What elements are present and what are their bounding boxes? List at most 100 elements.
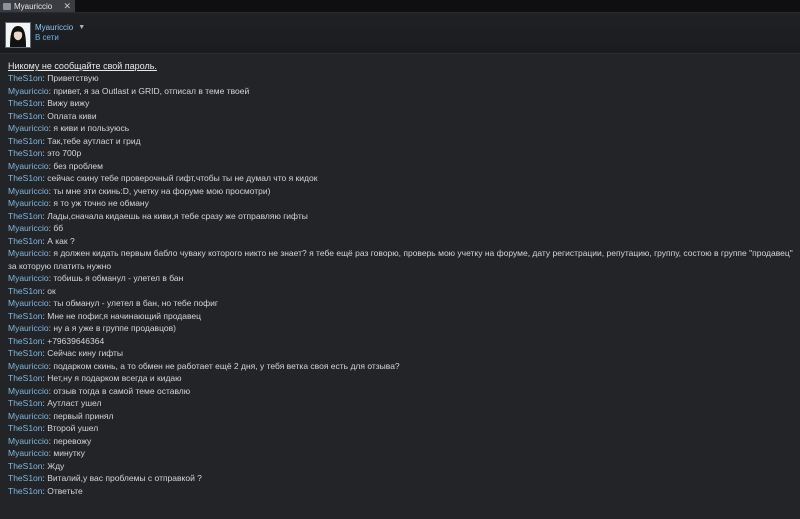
message-text: Аутласт ушел bbox=[47, 398, 102, 408]
chevron-down-icon[interactable]: ▼ bbox=[78, 24, 85, 31]
message-text: Жду bbox=[47, 460, 65, 471]
tab-chat[interactable]: Myauriccio ✕ bbox=[0, 0, 75, 12]
message-text: Ответьте bbox=[47, 485, 83, 496]
message-sender[interactable]: Myauriccio bbox=[8, 198, 49, 208]
chat-message: Myauriccio: первый принял bbox=[8, 410, 798, 423]
chat-message: Myauriccio: бб bbox=[8, 222, 798, 235]
message-sender[interactable]: Myauriccio bbox=[8, 186, 49, 196]
chat-message: TheS1on: Оплата киви bbox=[8, 110, 798, 123]
message-text: ок bbox=[47, 285, 56, 296]
message-sender[interactable]: Myauriccio bbox=[8, 273, 49, 283]
steam-chat-icon bbox=[3, 2, 11, 10]
message-text: Вижу вижу bbox=[47, 98, 90, 108]
chat-message: Myauriccio: ну а я уже в группе продавцо… bbox=[8, 322, 798, 335]
chat-message: TheS1on: Приветствую bbox=[8, 72, 798, 85]
message-sender[interactable]: Myauriccio bbox=[8, 298, 49, 308]
chat-message: TheS1on: сейчас скину тебе проверочный г… bbox=[8, 172, 798, 185]
message-sender[interactable]: TheS1on bbox=[8, 286, 43, 296]
message-text: отзыв тогда в самой теме оставлю bbox=[53, 385, 191, 396]
message-sender[interactable]: TheS1on bbox=[8, 423, 43, 433]
message-sender[interactable]: Myauriccio bbox=[8, 436, 49, 446]
message-sender[interactable]: TheS1on bbox=[8, 111, 43, 121]
chat-message: Myauriccio: я киви и пользуюсь bbox=[8, 122, 798, 135]
chat-message: Myauriccio: я то уж точно не обману bbox=[8, 197, 798, 210]
close-icon[interactable]: ✕ bbox=[63, 1, 71, 11]
chat-message: Myauriccio: ты мне эти скинь:D, учетку н… bbox=[8, 185, 798, 198]
message-sender[interactable]: Myauriccio bbox=[8, 161, 49, 171]
chat-log[interactable]: Никому не сообщайте свой пароль. TheS1on… bbox=[0, 53, 800, 519]
chat-message: TheS1on: Второй ушел bbox=[8, 422, 798, 435]
message-sender[interactable]: TheS1on bbox=[8, 486, 43, 496]
message-sender[interactable]: TheS1on bbox=[8, 236, 43, 246]
message-text: Виталий,у вас проблемы с отправкой ? bbox=[47, 473, 202, 483]
message-sender[interactable]: TheS1on bbox=[8, 473, 43, 483]
message-sender[interactable]: TheS1on bbox=[8, 311, 43, 321]
message-sender[interactable]: TheS1on bbox=[8, 148, 43, 158]
message-text: первый принял bbox=[53, 410, 114, 421]
message-sender[interactable]: TheS1on bbox=[8, 136, 43, 146]
chat-message: TheS1on: +79639646364 bbox=[8, 335, 798, 348]
message-text: я должен кидать первым бабло чуваку кото… bbox=[8, 248, 793, 271]
message-text: ты обманул - улетел в бан, но тебе пофиг bbox=[53, 298, 218, 308]
chat-message: TheS1on: Мне не пофиг,я начинающий прода… bbox=[8, 310, 798, 323]
message-text: подарком скинь, а то обмен не работает е… bbox=[53, 360, 400, 371]
chat-message: TheS1on: Аутласт ушел bbox=[8, 397, 798, 410]
message-text: Так,тебе аутласт и грид bbox=[47, 135, 141, 146]
message-text: Оплата киви bbox=[47, 110, 97, 121]
message-sender[interactable]: Myauriccio bbox=[8, 386, 49, 396]
chat-message: TheS1on: Нет,ну я подарком всегда и кида… bbox=[8, 372, 798, 385]
message-sender[interactable]: TheS1on bbox=[8, 373, 43, 383]
message-text: Второй ушел bbox=[47, 423, 99, 433]
message-text: А как ? bbox=[47, 235, 75, 246]
message-sender[interactable]: TheS1on bbox=[8, 348, 43, 358]
message-sender[interactable]: TheS1on bbox=[8, 73, 43, 83]
message-sender[interactable]: TheS1on bbox=[8, 211, 43, 221]
message-text: тобишь я обманул - улетел в бан bbox=[53, 273, 184, 283]
tab-bar: Myauriccio ✕ bbox=[0, 0, 800, 13]
message-text: это 700р bbox=[47, 148, 82, 158]
message-sender[interactable]: Myauriccio bbox=[8, 248, 49, 258]
message-sender[interactable]: TheS1on bbox=[8, 98, 43, 108]
chat-message: Myauriccio: минутку bbox=[8, 447, 798, 460]
chat-message: TheS1on: Лады,сначала кидаешь на киви,я … bbox=[8, 210, 798, 223]
message-text: без проблем bbox=[53, 160, 104, 171]
message-text: Лады,сначала кидаешь на киви,я тебе сраз… bbox=[47, 210, 308, 221]
message-sender[interactable]: Myauriccio bbox=[8, 86, 49, 96]
chat-message: TheS1on: Так,тебе аутласт и грид bbox=[8, 135, 798, 148]
message-text: я киви и пользуюсь bbox=[53, 123, 130, 133]
message-text: сейчас скину тебе проверочный гифт,чтобы… bbox=[47, 173, 318, 183]
chat-message: TheS1on: Жду bbox=[8, 460, 798, 473]
avatar[interactable] bbox=[5, 22, 31, 48]
user-status: В сети bbox=[35, 33, 59, 42]
message-text: перевожу bbox=[53, 435, 92, 446]
chat-message: Myauriccio: привет, я за Outlast и GRID,… bbox=[8, 85, 798, 98]
message-sender[interactable]: TheS1on bbox=[8, 398, 43, 408]
chat-message: Myauriccio: перевожу bbox=[8, 435, 798, 448]
message-list: TheS1on: Приветствую Myauriccio: привет, … bbox=[8, 72, 798, 497]
chat-message: Myauriccio: без проблем bbox=[8, 160, 798, 173]
message-text: бб bbox=[53, 223, 64, 233]
message-text: минутку bbox=[53, 448, 85, 458]
message-sender[interactable]: Myauriccio bbox=[8, 361, 49, 371]
tab-title: Myauriccio bbox=[14, 1, 53, 11]
message-text: Мне не пофиг,я начинающий продавец bbox=[47, 310, 201, 321]
password-warning: Никому не сообщайте свой пароль. bbox=[8, 61, 157, 71]
message-sender[interactable]: Myauriccio bbox=[8, 323, 49, 333]
message-sender[interactable]: Myauriccio bbox=[8, 411, 49, 421]
message-sender[interactable]: Myauriccio bbox=[8, 123, 49, 133]
chat-message: Myauriccio: тобишь я обманул - улетел в … bbox=[8, 272, 798, 285]
message-text: Нет,ну я подарком всегда и кидаю bbox=[47, 373, 182, 383]
message-text: привет, я за Outlast и GRID, отписал в т… bbox=[53, 85, 250, 96]
message-sender[interactable]: TheS1on bbox=[8, 461, 43, 471]
message-text: Приветствую bbox=[47, 73, 99, 83]
message-sender[interactable]: TheS1on bbox=[8, 173, 43, 183]
user-name-dropdown[interactable]: Myauriccio ▼ bbox=[35, 23, 85, 32]
message-sender[interactable]: Myauriccio bbox=[8, 223, 49, 233]
chat-message: TheS1on: А как ? bbox=[8, 235, 798, 248]
message-text: ты мне эти скинь:D, учетку на форуме мою… bbox=[53, 185, 271, 196]
message-sender[interactable]: TheS1on bbox=[8, 336, 43, 346]
chat-message: Myauriccio: подарком скинь, а то обмен н… bbox=[8, 360, 798, 373]
chat-message: Myauriccio: я должен кидать первым бабло… bbox=[8, 247, 798, 272]
message-text: +79639646364 bbox=[47, 335, 105, 346]
message-sender[interactable]: Myauriccio bbox=[8, 448, 49, 458]
